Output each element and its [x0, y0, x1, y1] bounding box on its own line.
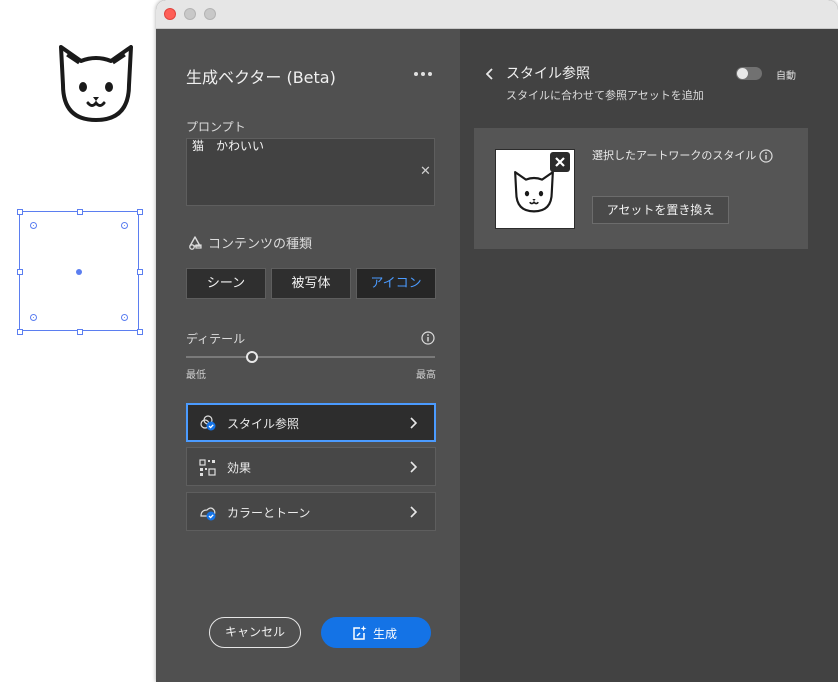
close-icon — [555, 157, 565, 167]
prompt-input[interactable]: 猫 かわいい — [186, 138, 435, 206]
chevron-right-icon — [410, 417, 417, 429]
replace-asset-button[interactable]: アセットを置き換え — [592, 196, 729, 224]
resize-handle-bottom[interactable] — [77, 329, 83, 335]
detail-label: ディテール — [186, 332, 246, 346]
more-horizontal-icon[interactable] — [414, 72, 432, 78]
generate-vector-window: 生成ベクター (Beta) プロンプト 猫 かわいい ✕ コンテンツの種類 シー… — [156, 0, 838, 682]
style-reference-title: スタイル参照 — [506, 66, 590, 82]
style-reference-icon — [200, 415, 216, 431]
corner-widget[interactable] — [30, 314, 37, 321]
content-type-icon-button[interactable]: アイコン — [356, 268, 436, 299]
resize-handle-top[interactable] — [77, 209, 83, 215]
selection-bounding-box[interactable] — [17, 209, 143, 335]
minimize-window-button[interactable] — [184, 8, 196, 20]
color-tone-row[interactable]: カラーとトーン — [186, 492, 436, 531]
info-icon[interactable] — [759, 149, 773, 163]
resize-handle-left[interactable] — [17, 269, 23, 275]
detail-max-label: 最高 — [416, 370, 436, 381]
resize-handle-right[interactable] — [137, 269, 143, 275]
reference-thumbnail[interactable] — [495, 149, 575, 229]
color-tone-label: カラーとトーン — [227, 506, 311, 520]
cat-face-icon — [59, 45, 133, 122]
close-window-button[interactable] — [164, 8, 176, 20]
corner-widget[interactable] — [30, 222, 37, 229]
effects-label: 効果 — [227, 461, 252, 475]
corner-widget[interactable] — [121, 222, 128, 229]
title-bar — [156, 0, 838, 29]
chevron-right-icon — [410, 506, 417, 518]
auto-label: 自動 — [776, 71, 796, 82]
info-icon[interactable] — [421, 331, 435, 345]
generate-panel: 生成ベクター (Beta) プロンプト 猫 かわいい ✕ コンテンツの種類 シー… — [156, 29, 460, 682]
detail-slider-thumb[interactable] — [246, 351, 258, 363]
detail-slider[interactable] — [186, 356, 435, 358]
prompt-label: プロンプト — [186, 120, 246, 134]
close-icon[interactable]: ✕ — [420, 164, 431, 179]
resize-handle-top-right[interactable] — [137, 209, 143, 215]
chevron-left-icon[interactable] — [486, 68, 494, 80]
detail-min-label: 最低 — [186, 370, 206, 381]
content-type-subject-button[interactable]: 被写体 — [271, 268, 351, 299]
reference-asset-card: 選択したアートワークのスタイル アセットを置き換え — [474, 128, 808, 249]
cat-face-icon — [514, 171, 554, 213]
style-reference-row[interactable]: スタイル参照 — [186, 403, 436, 442]
style-reference-subtitle: スタイルに合わせて参照アセットを追加 — [506, 89, 704, 102]
maximize-window-button[interactable] — [204, 8, 216, 20]
generate-sparkle-icon — [353, 625, 367, 640]
corner-widget[interactable] — [121, 314, 128, 321]
remove-reference-button[interactable] — [550, 152, 570, 172]
style-reference-panel: スタイル参照 スタイルに合わせて参照アセットを追加 自動 選択したアートワークの… — [460, 29, 838, 682]
generate-label: 生成 — [373, 627, 398, 641]
content-type-scene-button[interactable]: シーン — [186, 268, 266, 299]
effects-row[interactable]: 効果 — [186, 447, 436, 486]
content-type-icon — [189, 236, 202, 250]
color-tone-icon — [200, 507, 216, 521]
effects-grid-icon — [199, 459, 216, 476]
style-reference-label: スタイル参照 — [227, 417, 300, 431]
chevron-right-icon — [410, 461, 417, 473]
generate-button[interactable]: 生成 — [321, 617, 431, 648]
content-type-label: コンテンツの種類 — [208, 237, 313, 252]
reference-description: 選択したアートワークのスタイル — [592, 149, 757, 162]
resize-handle-bottom-left[interactable] — [17, 329, 23, 335]
center-point — [76, 269, 82, 275]
panel-title: 生成ベクター (Beta) — [186, 68, 336, 87]
cancel-button[interactable]: キャンセル — [209, 617, 301, 648]
resize-handle-bottom-right[interactable] — [137, 329, 143, 335]
auto-toggle[interactable] — [736, 67, 762, 80]
resize-handle-top-left[interactable] — [17, 209, 23, 215]
